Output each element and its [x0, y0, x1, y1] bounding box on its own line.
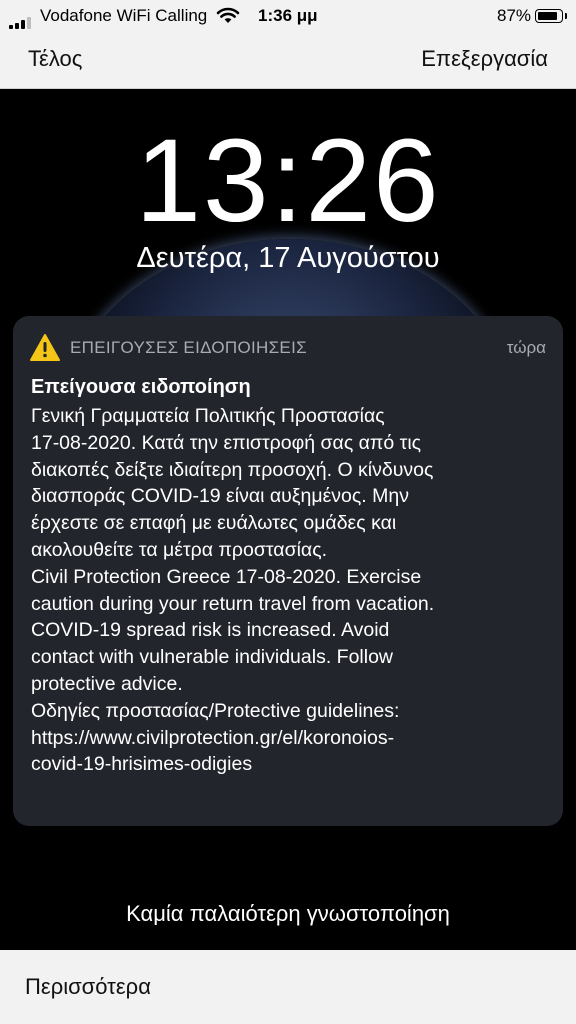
- done-button[interactable]: Τέλος: [28, 46, 82, 72]
- notification-link-line: https://www.civilprotection.gr/el/korono…: [31, 726, 395, 749]
- emergency-alert-notification[interactable]: ΕΠΕΙΓΟΥΣΕΣ ΕΙΔΟΠΟΙΗΣΕΙΣ τώρα Επείγουσα ε…: [13, 316, 563, 826]
- notification-header: ΕΠΕΙΓΟΥΣΕΣ ΕΙΔΟΠΟΙΗΣΕΙΣ τώρα: [30, 334, 546, 362]
- battery-icon: [535, 9, 567, 23]
- notification-app-name: ΕΠΕΙΓΟΥΣΕΣ ΕΙΔΟΠΟΙΗΣΕΙΣ: [70, 338, 307, 357]
- cellular-signal-icon: [9, 9, 33, 29]
- battery-percentage: 87%: [497, 6, 532, 25]
- navigation-bar: Τέλος Επεξεργασία: [0, 32, 576, 89]
- notification-body-line: έρχεστε σε επαφή με ευάλωτες ομάδες και: [31, 512, 397, 535]
- lock-screen-preview: 13:26 Δευτέρα, 17 Αυγούστου ΕΠΕΙΓΟΥΣΕΣ Ε…: [0, 89, 576, 950]
- status-bar: Vodafone WiFi Calling 1:36 μμ 87%: [0, 0, 576, 32]
- notification-body-line: διακοπές δείξτε ιδιαίτερη προσοχή. Ο κίν…: [31, 458, 434, 481]
- notification-body-line: caution during your return travel from v…: [31, 592, 435, 615]
- notification-body: Γενική Γραμματεία Πολιτικής Προστασίας 1…: [31, 403, 551, 778]
- more-button[interactable]: Περισσότερα: [25, 974, 151, 1000]
- notification-title: Επείγουσα ειδοποίηση: [31, 376, 251, 398]
- no-older-notifications-label: Καμία παλαιότερη γνωστοποίηση: [126, 901, 450, 926]
- wifi-icon: [216, 6, 240, 29]
- notification-body-line: COVID-19 spread risk is increased. Avoid: [31, 619, 390, 642]
- status-time: 1:36 μμ: [258, 6, 318, 25]
- edit-button[interactable]: Επεξεργασία: [421, 46, 548, 72]
- notification-body-line: 17-08-2020. Κατά την επιστροφή σας από τ…: [31, 431, 422, 454]
- notification-body-line: protective advice.: [31, 672, 183, 695]
- notification-time: τώρα: [506, 338, 546, 357]
- notification-body-line: ακολουθείτε τα μέτρα προστασίας.: [31, 538, 328, 561]
- warning-triangle-icon: [30, 334, 60, 366]
- carrier-name: Vodafone WiFi Calling: [40, 6, 208, 25]
- notification-body-line: Οδηγίες προστασίας/Protective guidelines…: [31, 699, 400, 722]
- notification-body-line: Civil Protection Greece 17-08-2020. Exer…: [31, 565, 422, 588]
- bottom-toolbar: Περισσότερα: [0, 950, 576, 1024]
- notification-link-line: covid-19-hrisimes-odigies: [31, 753, 253, 776]
- notification-body-line: contact with vulnerable individuals. Fol…: [31, 646, 394, 669]
- lock-screen-time: 13:26: [135, 115, 441, 247]
- lock-screen-date: Δευτέρα, 17 Αυγούστου: [136, 242, 440, 274]
- notification-body-line: Γενική Γραμματεία Πολιτικής Προστασίας: [31, 405, 385, 427]
- notification-body-line: διασποράς COVID-19 είναι αυξημένος. Μην: [31, 485, 409, 508]
